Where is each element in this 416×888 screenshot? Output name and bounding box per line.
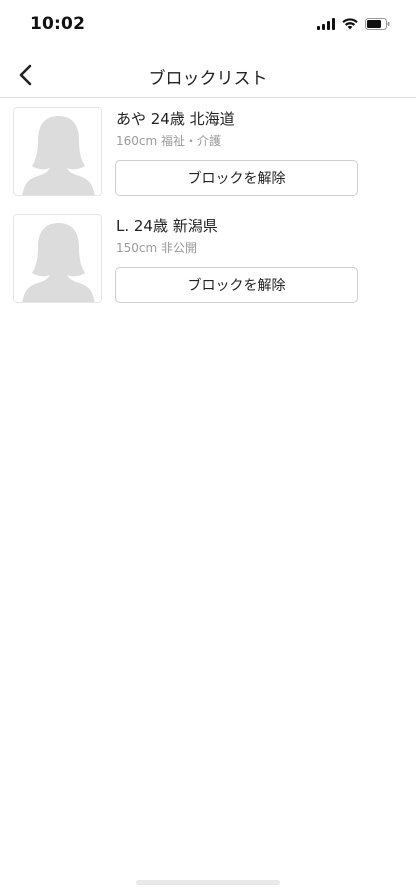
list-item: L. 24歳 新潟県 150cm 非公開 ブロックを解除: [0, 206, 416, 313]
status-time: 10:02: [30, 14, 86, 34]
signal-icon: [317, 18, 335, 30]
user-name-age-location: あや 24歳 北海道: [116, 110, 235, 128]
user-height-occupation: 150cm 非公開: [116, 241, 198, 255]
blocked-user-list: あや 24歳 北海道 160cm 福祉・介護 ブロックを解除 L. 24歳 新潟…: [0, 99, 416, 313]
default-female-avatar-icon[interactable]: [13, 107, 102, 196]
unblock-button[interactable]: ブロックを解除: [115, 160, 358, 196]
status-icons: [317, 18, 390, 30]
wifi-icon: [342, 18, 358, 30]
status-bar: 10:02: [0, 0, 416, 52]
user-height-occupation: 160cm 福祉・介護: [116, 134, 222, 148]
user-name-age-location: L. 24歳 新潟県: [116, 217, 218, 235]
unblock-button[interactable]: ブロックを解除: [115, 267, 358, 303]
home-indicator: [136, 880, 280, 885]
nav-bar: ブロックリスト: [0, 52, 416, 98]
page-title: ブロックリスト: [148, 69, 268, 89]
default-female-avatar-icon[interactable]: [13, 214, 102, 303]
block-list-screen: 10:02 ブロックリスト あや 24歳 北海道 160cm 福祉・介護 ブロッ…: [0, 0, 416, 888]
list-item: あや 24歳 北海道 160cm 福祉・介護 ブロックを解除: [0, 99, 416, 206]
battery-icon: [365, 18, 390, 30]
